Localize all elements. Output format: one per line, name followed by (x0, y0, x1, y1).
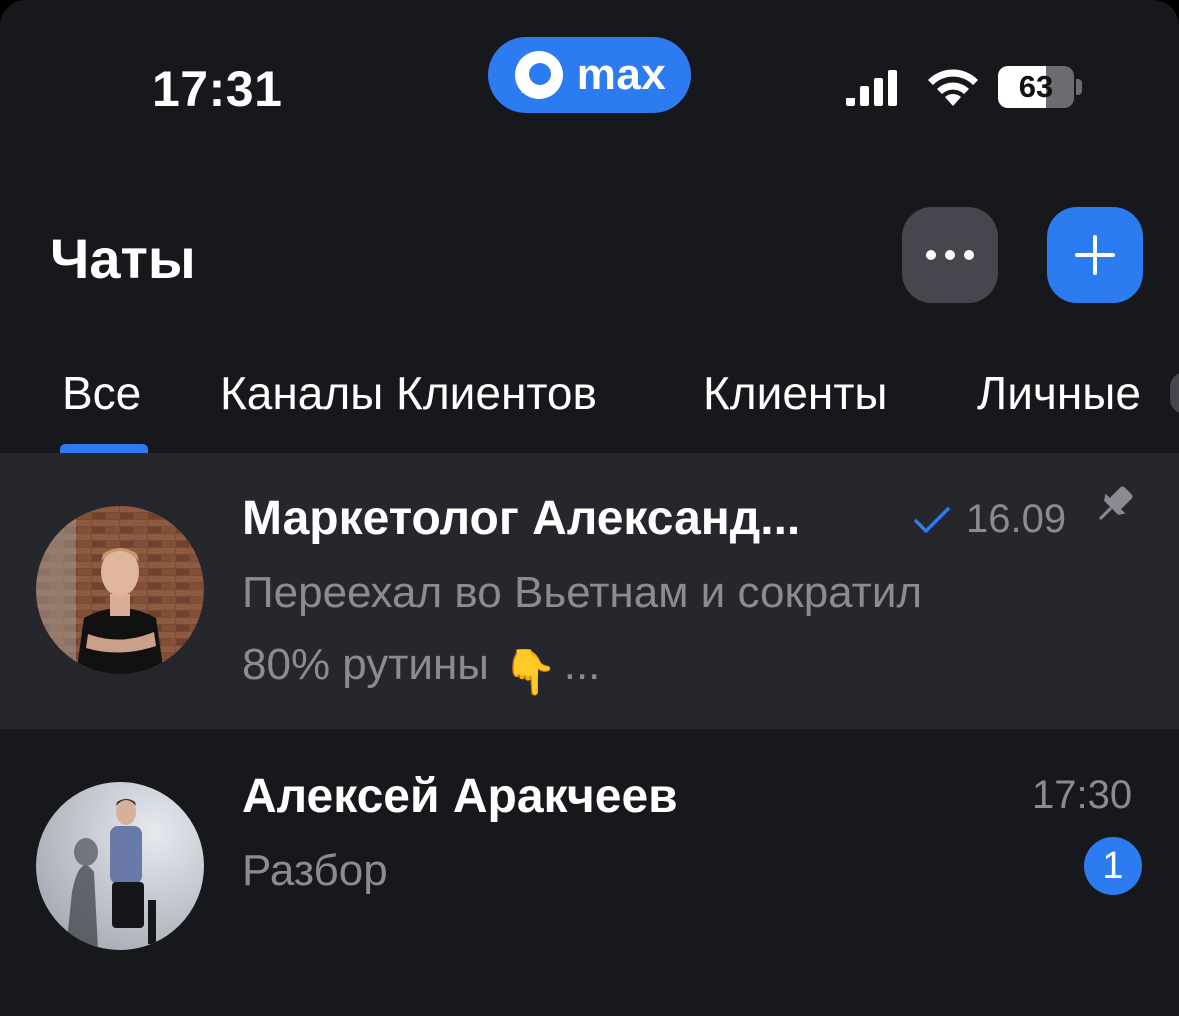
tab-all[interactable]: Все (62, 366, 141, 420)
page-title: Чаты (50, 227, 196, 290)
unread-badge: 1 (1084, 837, 1142, 895)
chat-row-marketer[interactable]: Маркетолог Александ... 16.09 Переехал во… (0, 453, 1179, 729)
pointing-down-emoji: 👇 (502, 648, 558, 697)
chat-preview-ellipsis: ... (563, 640, 601, 689)
max-pill-label: max (576, 50, 667, 99)
wifi-icon (928, 69, 978, 106)
chat-name: Маркетолог Александ... (242, 492, 801, 545)
avatar (36, 782, 204, 950)
ellipsis-icon (926, 250, 974, 260)
cellular-signal-icon (846, 70, 897, 106)
max-logo-icon (514, 51, 563, 99)
read-check-icon (914, 507, 950, 533)
status-time: 17:31 (152, 61, 283, 117)
chat-name: Алексей Аракчеев (242, 770, 678, 823)
screen: 17:31 max 63 Чаты Все Каналы Клиентов Кл… (0, 0, 1179, 1016)
battery-cap (1076, 79, 1082, 95)
chat-time: 16.09 (966, 497, 1067, 541)
chat-preview-line: Переехал во Вьетнам и сократил (242, 568, 923, 617)
tab-client-channels[interactable]: Каналы Клиентов (220, 366, 597, 420)
chat-time: 17:30 (1032, 773, 1133, 817)
chat-preview: Разбор (242, 846, 388, 895)
tab-personal[interactable]: Личные (977, 366, 1141, 420)
plus-icon (1075, 235, 1115, 275)
filter-tabs: Все Каналы Клиентов Клиенты Личные (0, 362, 1179, 452)
active-tab-indicator (60, 444, 148, 453)
more-button[interactable] (902, 207, 998, 303)
new-chat-button[interactable] (1047, 207, 1143, 303)
chat-preview-line: 80% рутины 👇... (242, 629, 1062, 709)
battery-percent: 63 (1018, 69, 1054, 104)
tab-clients[interactable]: Клиенты (703, 366, 887, 420)
avatar (36, 506, 204, 674)
pin-icon (1099, 486, 1133, 520)
chat-preview-text: 80% рутины (242, 640, 489, 689)
chat-preview: Переехал во Вьетнам и сократил 80% рутин… (242, 557, 1062, 709)
chat-row-arakcheev[interactable]: Алексей Аракчеев 17:30 Разбор 1 (0, 729, 1179, 1016)
battery-icon: 63 (998, 66, 1074, 108)
max-app-pill[interactable]: max (488, 37, 691, 113)
